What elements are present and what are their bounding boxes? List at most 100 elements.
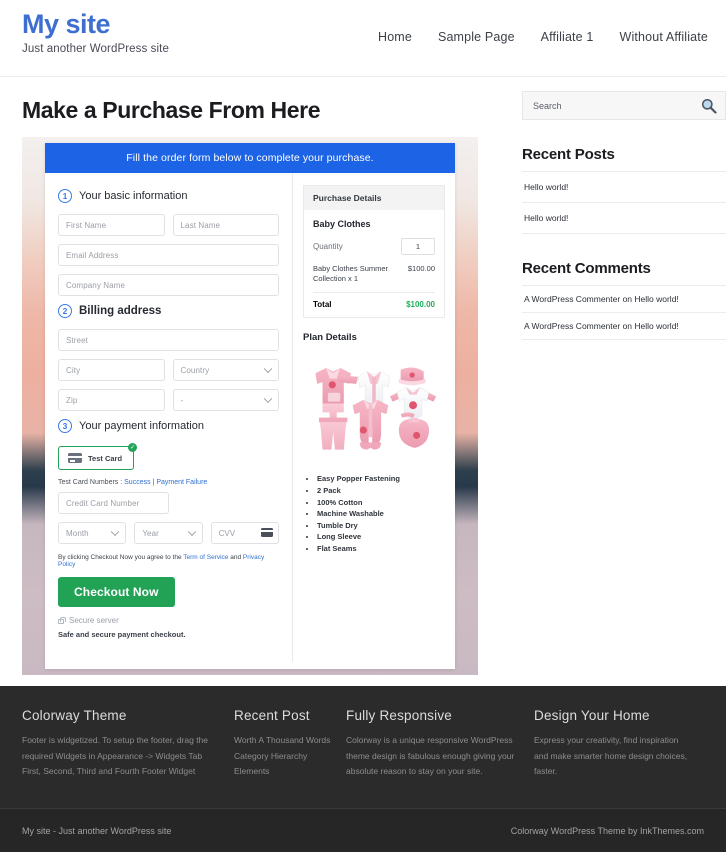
terms-and: and <box>228 554 243 561</box>
footer-widget-text: Colorway is a unique responsive WordPres… <box>346 735 515 777</box>
secure-server-note: Secure server <box>58 616 279 625</box>
list-item[interactable]: Hello world! <box>522 172 726 203</box>
street-input[interactable]: Street <box>58 329 279 351</box>
step-1-number: 1 <box>58 189 72 203</box>
cvv-input[interactable]: CVV <box>210 522 279 544</box>
list-item[interactable]: Hello world! <box>522 203 726 234</box>
footer-widget-colorway-theme: Colorway Theme Footer is widgetized. To … <box>22 708 234 808</box>
footer-credit[interactable]: Colorway WordPress Theme by InkThemes.co… <box>511 826 704 836</box>
chevron-down-icon <box>187 527 196 537</box>
recent-posts-list: Hello world! Hello world! <box>522 171 726 234</box>
total-label: Total <box>313 300 332 310</box>
recent-post-link[interactable]: Hello world! <box>524 182 568 192</box>
footer-bottom-bar: My site - Just another WordPress site Co… <box>0 808 726 852</box>
plan-feature-list: Easy Popper Fastening 2 Pack 100% Cotton… <box>317 473 445 554</box>
chevron-down-icon <box>263 364 273 374</box>
site-tagline: Just another WordPress site <box>22 43 169 56</box>
credit-card-number-input[interactable]: Credit Card Number <box>58 492 169 514</box>
footer-widget-title: Design Your Home <box>534 708 650 723</box>
step-3-heading: 3 Your payment information <box>58 419 279 433</box>
nav-item-without-affiliate[interactable]: Without Affiliate <box>620 30 708 44</box>
card-back-icon <box>260 528 273 537</box>
email-input[interactable]: Email Address <box>58 244 279 266</box>
test-card-numbers-note: Test Card Numbers : Success | Payment Fa… <box>58 479 279 486</box>
checkout-widget-shell: Fill the order form below to complete yo… <box>22 137 478 675</box>
expiry-month-select[interactable]: Month <box>58 522 127 544</box>
name-row: First Name Last Name <box>58 214 279 236</box>
terms-of-service-link[interactable]: Term of Service <box>183 554 228 561</box>
test-card-option[interactable]: Test Card ✓ <box>58 443 138 470</box>
footer-widget-title: Colorway Theme <box>22 708 127 723</box>
search-input[interactable]: Search <box>533 101 562 111</box>
total-amount: $100.00 <box>406 300 435 310</box>
test-numbers-success-link[interactable]: Success <box>124 479 150 486</box>
list-item[interactable]: A WordPress Commenter on Hello world! <box>522 313 726 340</box>
quantity-label: Quantity <box>313 242 343 251</box>
list-item[interactable]: Elements <box>234 764 332 780</box>
footer-widget-text: Footer is widgetized. To setup the foote… <box>22 735 209 777</box>
quantity-input[interactable]: 1 <box>401 238 435 255</box>
company-row: Company Name <box>58 274 279 296</box>
quantity-row: Quantity 1 <box>313 238 435 255</box>
step-2-label: Billing address <box>79 305 162 317</box>
recent-comments-title: Recent Comments <box>522 260 651 277</box>
total-row: Total $100.00 <box>313 300 435 309</box>
list-item: Easy Popper Fastening <box>317 473 445 485</box>
street-row: Street <box>58 329 279 351</box>
zip-state-row: Zip - <box>58 389 279 411</box>
expiry-year-select[interactable]: Year <box>134 522 203 544</box>
search-widget[interactable]: Search <box>522 91 726 120</box>
expiry-cvv-row: Month Year CVV <box>58 522 279 544</box>
email-row: Email Address <box>58 244 279 266</box>
state-select[interactable]: - <box>172 389 279 411</box>
checkout-body: 1 Your basic information First Name Last… <box>45 173 455 662</box>
list-item[interactable]: Category Hierarchy <box>234 749 332 765</box>
nav-item-affiliate-1[interactable]: Affiliate 1 <box>541 30 594 44</box>
step-1-label: Your basic information <box>79 190 188 202</box>
recent-post-link[interactable]: Hello world! <box>524 213 568 223</box>
first-name-input[interactable]: First Name <box>58 214 165 236</box>
step-2-number: 2 <box>58 304 72 318</box>
checkout-detail-column: Purchase Details Baby Clothes Quantity 1… <box>292 173 455 662</box>
country-select[interactable]: Country <box>172 359 279 381</box>
city-input[interactable]: City <box>58 359 165 381</box>
primary-navigation: Home Sample Page Affiliate 1 Without Aff… <box>378 30 708 44</box>
last-name-input[interactable]: Last Name <box>172 214 279 236</box>
checkout-now-button[interactable]: Checkout Now <box>58 577 175 607</box>
sidebar: Search Recent Posts Hello world! Hello w… <box>522 77 726 683</box>
nav-item-sample-page[interactable]: Sample Page <box>438 30 515 44</box>
company-input[interactable]: Company Name <box>58 274 279 296</box>
check-circle-icon: ✓ <box>128 443 138 452</box>
expiry-month-value: Month <box>66 528 89 538</box>
city-country-row: City Country <box>58 359 279 381</box>
test-numbers-failure-link[interactable]: Payment Failure <box>156 479 207 486</box>
lock-icon <box>58 617 66 624</box>
site-title[interactable]: My site <box>22 10 169 39</box>
recent-comment-link[interactable]: A WordPress Commenter on Hello world! <box>524 321 679 331</box>
nav-item-home[interactable]: Home <box>378 30 412 44</box>
purchase-details-heading: Purchase Details <box>304 186 444 210</box>
footer-widget-text: Express your creativity, find inspiratio… <box>534 735 688 777</box>
list-item[interactable]: A WordPress Commenter on Hello world! <box>522 286 726 313</box>
credit-card-icon <box>68 453 82 463</box>
state-select-value: - <box>180 395 184 405</box>
list-item: Flat Seams <box>317 543 445 555</box>
search-icon[interactable] <box>701 98 717 119</box>
footer-widget-title: Fully Responsive <box>346 708 452 723</box>
step-1-heading: 1 Your basic information <box>58 189 279 203</box>
secure-server-label: Secure server <box>69 616 119 625</box>
product-name: Baby Clothes <box>313 219 371 229</box>
list-item: 100% Cotton <box>317 497 445 509</box>
footer-copyright: My site - Just another WordPress site <box>22 825 172 836</box>
chevron-down-icon <box>263 394 273 404</box>
recent-comment-link[interactable]: A WordPress Commenter on Hello world! <box>524 294 679 304</box>
purchase-details-card: Purchase Details Baby Clothes Quantity 1… <box>303 185 445 319</box>
list-item: Long Sleeve <box>317 531 445 543</box>
recent-posts-title: Recent Posts <box>522 146 615 163</box>
footer-widget-design-your-home: Design Your Home Express your creativity… <box>534 708 704 808</box>
list-item[interactable]: Worth A Thousand Words <box>234 733 332 749</box>
checkout-banner: Fill the order form below to complete yo… <box>45 143 455 173</box>
footer-widget-title: Recent Post <box>234 708 310 723</box>
content-wrapper: Make a Purchase From Here Fill the order… <box>0 77 726 683</box>
zip-input[interactable]: Zip <box>58 389 165 411</box>
